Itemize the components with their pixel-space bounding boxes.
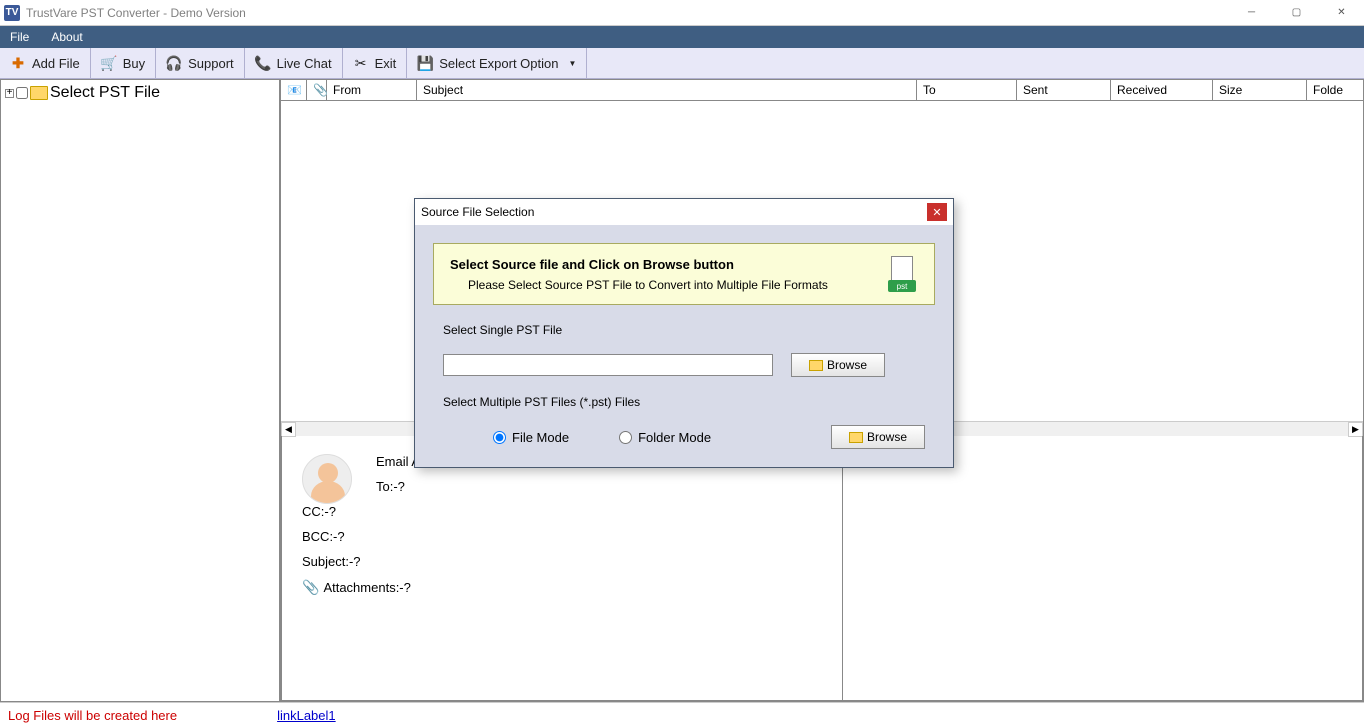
col-from[interactable]: From bbox=[327, 80, 417, 100]
live-chat-label: Live Chat bbox=[277, 56, 332, 71]
col-sent[interactable]: Sent bbox=[1017, 80, 1111, 100]
cart-icon: 🛒 bbox=[101, 55, 117, 71]
col-icon[interactable]: 📧 bbox=[281, 80, 307, 100]
folder-tree-pane: + Select PST File bbox=[0, 79, 280, 702]
preview-attachments: 📎Attachments:-? bbox=[302, 579, 822, 596]
exit-label: Exit bbox=[375, 56, 397, 71]
avatar-icon bbox=[302, 454, 352, 504]
file-mode-radio-input[interactable] bbox=[493, 431, 506, 444]
preview-pane: Email Ad To:-? CC:-? BCC:-? Subject:-? 📎… bbox=[281, 436, 1363, 701]
dialog-title: Source File Selection bbox=[421, 205, 534, 219]
exit-button[interactable]: ✂ Exit bbox=[343, 48, 408, 78]
browse-single-button[interactable]: Browse bbox=[791, 353, 885, 377]
menu-about[interactable]: About bbox=[51, 30, 82, 44]
banner-heading: Select Source file and Click on Browse b… bbox=[450, 257, 886, 272]
preview-body bbox=[843, 436, 1363, 700]
buy-button[interactable]: 🛒 Buy bbox=[91, 48, 156, 78]
save-icon: 💾 bbox=[417, 55, 433, 71]
support-label: Support bbox=[188, 56, 234, 71]
col-received[interactable]: Received bbox=[1111, 80, 1213, 100]
multiple-file-label: Select Multiple PST Files (*.pst) Files bbox=[443, 395, 925, 409]
folder-open-icon bbox=[809, 360, 823, 371]
preview-bcc: BCC:-? bbox=[302, 529, 822, 544]
add-file-label: Add File bbox=[32, 56, 80, 71]
scroll-left-arrow[interactable]: ◀ bbox=[281, 422, 296, 437]
toolbar: ✚ Add File 🛒 Buy 🎧 Support 📞 Live Chat ✂… bbox=[0, 48, 1364, 79]
banner-subtext: Please Select Source PST File to Convert… bbox=[450, 278, 886, 292]
folder-icon bbox=[30, 86, 48, 100]
dialog-title-bar: Source File Selection ✕ bbox=[415, 199, 953, 225]
add-file-icon: ✚ bbox=[10, 55, 26, 71]
support-icon: 🎧 bbox=[166, 55, 182, 71]
export-option-button[interactable]: 💾 Select Export Option ▼ bbox=[407, 48, 587, 78]
preview-header: Email Ad To:-? CC:-? BCC:-? Subject:-? 📎… bbox=[282, 436, 843, 700]
preview-subject: Subject:-? bbox=[302, 554, 822, 569]
folder-mode-radio-input[interactable] bbox=[619, 431, 632, 444]
col-attachment-icon[interactable]: 📎 bbox=[307, 80, 327, 100]
exit-icon: ✂ bbox=[353, 55, 369, 71]
support-button[interactable]: 🎧 Support bbox=[156, 48, 245, 78]
close-button[interactable]: ✕ bbox=[1319, 0, 1364, 26]
single-file-label: Select Single PST File bbox=[443, 323, 925, 337]
col-size[interactable]: Size bbox=[1213, 80, 1307, 100]
single-file-path-input[interactable] bbox=[443, 354, 773, 376]
status-bar: Log Files will be created here linkLabel… bbox=[0, 702, 1364, 728]
preview-cc: CC:-? bbox=[302, 504, 822, 519]
live-chat-button[interactable]: 📞 Live Chat bbox=[245, 48, 343, 78]
window-title: TrustVare PST Converter - Demo Version bbox=[26, 6, 246, 20]
tree-root-checkbox[interactable] bbox=[16, 87, 28, 99]
menu-bar: File About bbox=[0, 26, 1364, 48]
grid-header: 📧 📎 From Subject To Sent Received Size F… bbox=[281, 80, 1363, 101]
scroll-right-arrow[interactable]: ▶ bbox=[1348, 422, 1363, 437]
maximize-button[interactable]: ▢ bbox=[1274, 0, 1319, 26]
status-log-text: Log Files will be created here bbox=[8, 708, 177, 723]
export-label: Select Export Option bbox=[439, 56, 558, 71]
minimize-button[interactable]: ─ bbox=[1229, 0, 1274, 26]
source-file-dialog: Source File Selection ✕ Select Source fi… bbox=[414, 198, 954, 468]
col-folder[interactable]: Folde bbox=[1307, 80, 1363, 100]
file-mode-radio[interactable]: File Mode bbox=[493, 430, 569, 445]
attachment-icon: 📎 bbox=[302, 579, 319, 595]
chevron-down-icon: ▼ bbox=[568, 59, 576, 68]
preview-to: To:-? bbox=[302, 479, 822, 494]
folder-mode-radio[interactable]: Folder Mode bbox=[619, 430, 711, 445]
tree-root-item[interactable]: + Select PST File bbox=[1, 80, 279, 106]
col-subject[interactable]: Subject bbox=[417, 80, 917, 100]
buy-label: Buy bbox=[123, 56, 145, 71]
folder-open-icon bbox=[849, 432, 863, 443]
menu-file[interactable]: File bbox=[10, 30, 29, 44]
tree-root-label: Select PST File bbox=[50, 84, 160, 102]
add-file-button[interactable]: ✚ Add File bbox=[0, 48, 91, 78]
multiple-file-section: Select Multiple PST Files (*.pst) Files … bbox=[415, 395, 953, 467]
dialog-banner: Select Source file and Click on Browse b… bbox=[433, 243, 935, 305]
status-link[interactable]: linkLabel1 bbox=[277, 708, 336, 723]
title-bar: TV TrustVare PST Converter - Demo Versio… bbox=[0, 0, 1364, 26]
phone-icon: 📞 bbox=[255, 55, 271, 71]
app-logo: TV bbox=[4, 5, 20, 21]
dialog-close-button[interactable]: ✕ bbox=[927, 203, 947, 221]
pst-file-icon: pst bbox=[886, 256, 918, 292]
expand-icon[interactable]: + bbox=[5, 89, 14, 98]
col-to[interactable]: To bbox=[917, 80, 1017, 100]
single-file-section: Select Single PST File Browse bbox=[415, 323, 953, 395]
browse-multiple-button[interactable]: Browse bbox=[831, 425, 925, 449]
